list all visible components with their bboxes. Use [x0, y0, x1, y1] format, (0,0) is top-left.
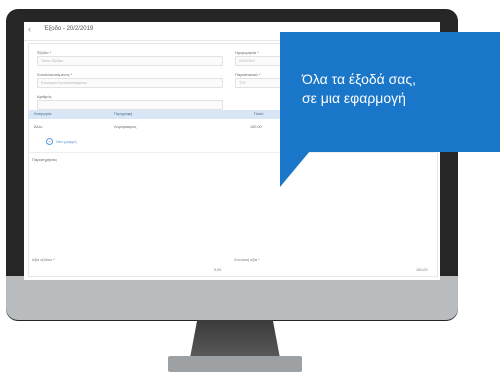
callout-line-1: Όλα τα έξοδά σας, — [302, 71, 416, 87]
row-category: Άλλο — [34, 125, 43, 129]
document-label: Παραστατικό * — [235, 72, 261, 77]
expense-value: 0,00 — [214, 268, 222, 272]
counterparty-field[interactable]: Επωνυμία Συναλλασσόμενου — [37, 78, 223, 88]
callout-text: Όλα τα έξοδά σας, σε μια εφαρμογή — [302, 70, 416, 108]
monitor-stand — [190, 320, 280, 358]
total-value-label: Συνολική αξία * — [234, 258, 260, 262]
number-label: Αριθμός — [37, 94, 52, 99]
expense-type-field[interactable]: Τύπος Εξόδου — [37, 56, 223, 66]
callout-tail — [280, 151, 310, 187]
notes-label: Παρατηρήσεις — [32, 157, 58, 162]
date-label: Ημερομηνία * — [235, 50, 259, 55]
expense-value-label: Αξία εξόδου * — [32, 258, 55, 262]
row-description: Λογαριασμός — [114, 125, 137, 129]
total-value: 100,00 — [416, 268, 428, 272]
counterparty-label: Συναλλασσόμενος * — [37, 72, 73, 77]
table-header-cell: Κατηγορία — [34, 112, 52, 116]
monitor-chin — [6, 276, 458, 320]
expense-type-label: Έξοδο * — [37, 50, 52, 55]
promo-callout: Όλα τα έξοδά σας, σε μια εφαρμογή — [280, 32, 500, 152]
add-line-button[interactable]: + Νέα γραμμή — [46, 138, 76, 145]
notes-area[interactable]: Παρατηρήσεις — [28, 152, 436, 253]
table-header-cell: Περιγραφή — [114, 112, 133, 116]
table-header-cell: Ποσό — [254, 112, 264, 116]
back-arrow-icon[interactable]: ‹ — [28, 25, 37, 34]
monitor-base — [168, 356, 302, 372]
plus-icon: + — [46, 138, 53, 145]
window-title: Έξοδο - 20/2/2019 — [44, 26, 94, 32]
callout-line-2: σε μια εφαρμογή — [302, 90, 406, 106]
number-field[interactable] — [37, 100, 223, 110]
row-amount: 100,00 — [250, 125, 262, 129]
